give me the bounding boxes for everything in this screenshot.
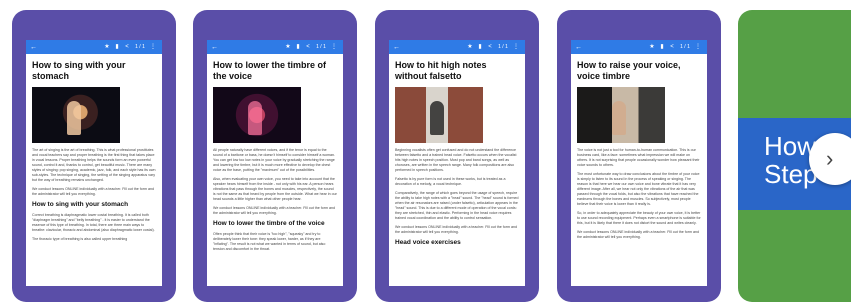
article-title: How to raise your voice, voice timbre bbox=[577, 60, 681, 81]
screenshot-card-1[interactable]: ← ★ ▮ < 1 / 1 ⋮ How to sing with your st… bbox=[12, 10, 176, 302]
article-paragraph: We conduct lessons ONLINE individually w… bbox=[213, 206, 335, 215]
article-photo bbox=[395, 87, 483, 143]
page-counter: 1 / 1 bbox=[135, 44, 145, 50]
article-paragraph: All people naturally have different voic… bbox=[213, 148, 335, 172]
article-paragraph: Also, when evaluating your own voice, yo… bbox=[213, 177, 337, 201]
phone-screen: ← ★ ▮ < 1 / 1 ⋮ How to sing with your st… bbox=[26, 40, 162, 286]
article-photo bbox=[213, 87, 301, 143]
article-paragraph: Correct breathing is diaphragmatic lower… bbox=[32, 213, 155, 232]
article-paragraph: We conduct lessons ONLINE individually w… bbox=[32, 187, 154, 196]
article-paragraph: The most unfortunate way to draw conclus… bbox=[577, 172, 700, 206]
phone-screen: ← ★ ▮ < 1 / 1 ⋮ How to raise your voice,… bbox=[571, 40, 707, 286]
article-paragraph: So, in order to adequately appreciate th… bbox=[577, 211, 701, 225]
app-bar: ← ★ ▮ < 1 / 1 ⋮ bbox=[207, 40, 343, 54]
back-arrow-icon[interactable]: ← bbox=[393, 44, 403, 51]
screenshot-card-2[interactable]: ← ★ ▮ < 1 / 1 ⋮ How to lower the timbre … bbox=[193, 10, 357, 302]
bookmark-icon[interactable]: ▮ bbox=[475, 40, 485, 54]
share-icon[interactable]: < bbox=[122, 40, 132, 54]
more-vert-icon[interactable]: ⋮ bbox=[693, 40, 703, 54]
article-paragraph: Often people think that their voice is "… bbox=[213, 232, 326, 251]
more-vert-icon[interactable]: ⋮ bbox=[511, 40, 521, 54]
more-vert-icon[interactable]: ⋮ bbox=[329, 40, 339, 54]
article-paragraph: Beginning vocalists often get confused a… bbox=[395, 148, 517, 172]
bookmark-icon[interactable]: ▮ bbox=[657, 40, 667, 54]
article-paragraph: The thoracic type of breathing is also c… bbox=[32, 237, 128, 241]
article-paragraph: We conduct lessons ONLINE individually w… bbox=[395, 225, 517, 234]
star-icon[interactable]: ★ bbox=[647, 40, 657, 54]
star-icon[interactable]: ★ bbox=[465, 40, 475, 54]
article-subheading: How to sing with your stomach bbox=[32, 201, 129, 208]
article-paragraph: Falsetto is by pure form is not used in … bbox=[395, 177, 506, 186]
phone-screen: ← ★ ▮ < 1 / 1 ⋮ How to hit high notes wi… bbox=[389, 40, 525, 286]
screenshot-card-3[interactable]: ← ★ ▮ < 1 / 1 ⋮ How to hit high notes wi… bbox=[375, 10, 539, 302]
screenshot-card-4[interactable]: ← ★ ▮ < 1 / 1 ⋮ How to raise your voice,… bbox=[557, 10, 721, 302]
article-title: How to hit high notes without falsetto bbox=[395, 60, 487, 81]
article-photo bbox=[577, 87, 665, 143]
app-bar: ← ★ ▮ < 1 / 1 ⋮ bbox=[571, 40, 707, 54]
article-paragraph: Comparatively, the range of which goes b… bbox=[395, 191, 519, 220]
app-bar: ← ★ ▮ < 1 / 1 ⋮ bbox=[389, 40, 525, 54]
star-icon[interactable]: ★ bbox=[283, 40, 293, 54]
article-paragraph: We conduct lessons ONLINE individually w… bbox=[577, 230, 699, 239]
article-paragraph: The art of singing is the art of breathi… bbox=[32, 148, 156, 182]
page-counter: 1 / 1 bbox=[498, 44, 508, 50]
article-subheading: How to lower the timbre of the voice bbox=[213, 220, 325, 227]
app-bar: ← ★ ▮ < 1 / 1 ⋮ bbox=[26, 40, 162, 54]
share-icon[interactable]: < bbox=[303, 40, 313, 54]
share-icon[interactable]: < bbox=[485, 40, 495, 54]
star-icon[interactable]: ★ bbox=[102, 40, 112, 54]
back-arrow-icon[interactable]: ← bbox=[211, 44, 221, 51]
bookmark-icon[interactable]: ▮ bbox=[293, 40, 303, 54]
back-arrow-icon[interactable]: ← bbox=[575, 44, 585, 51]
share-icon[interactable]: < bbox=[667, 40, 677, 54]
article-paragraph: The voice is not just a tool for human-t… bbox=[577, 148, 700, 167]
page-counter: 1 / 1 bbox=[316, 44, 326, 50]
article-photo bbox=[32, 87, 120, 143]
screenshot-carousel: ← ★ ▮ < 1 / 1 ⋮ How to sing with your st… bbox=[0, 0, 851, 304]
back-arrow-icon[interactable]: ← bbox=[30, 44, 40, 51]
article-subheading: Head voice exercises bbox=[395, 239, 461, 246]
article-title: How to lower the timbre of the voice bbox=[213, 60, 327, 81]
bookmark-icon[interactable]: ▮ bbox=[112, 40, 122, 54]
phone-screen: ← ★ ▮ < 1 / 1 ⋮ How to lower the timbre … bbox=[207, 40, 343, 286]
chevron-right-icon: › bbox=[826, 146, 834, 171]
more-vert-icon[interactable]: ⋮ bbox=[148, 40, 158, 54]
page-counter: 1 / 1 bbox=[680, 44, 690, 50]
article-title: How to sing with your stomach bbox=[32, 60, 126, 81]
